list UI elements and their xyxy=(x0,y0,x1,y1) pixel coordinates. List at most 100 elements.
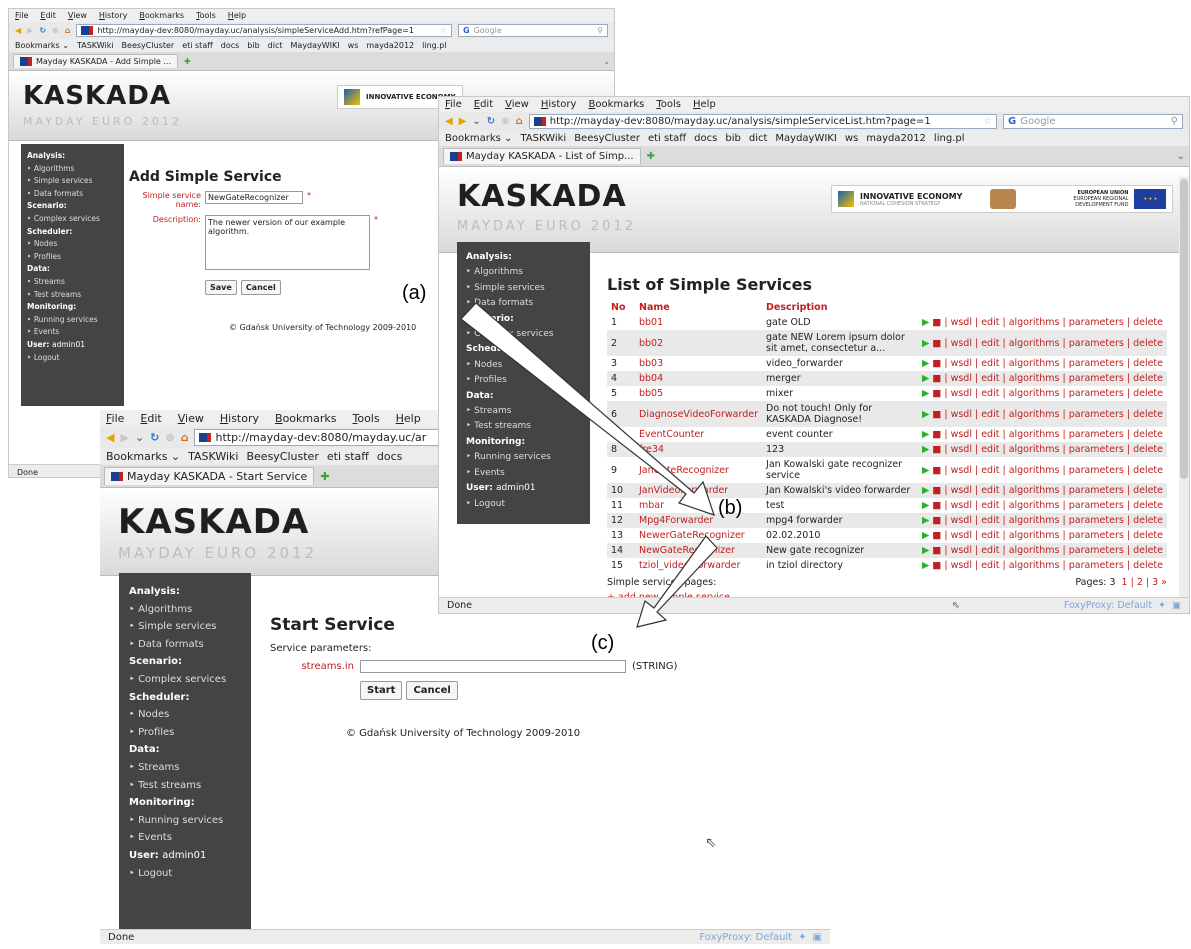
bookmark-maydaywiki[interactable]: MaydayWIKI xyxy=(775,133,836,144)
stop-square-icon[interactable]: ■ xyxy=(932,515,944,526)
play-icon[interactable]: ▶ xyxy=(922,409,932,420)
action-links[interactable]: | wsdl | edit | algorithms | parameters … xyxy=(944,545,1163,556)
cell-actions[interactable]: ▶ ■ | wsdl | edit | algorithms | paramet… xyxy=(918,330,1167,356)
cell-name[interactable]: DiagnoseVideoForwarder xyxy=(635,401,763,427)
sidebar-item-complex-services[interactable]: ‣ Complex services xyxy=(27,213,118,226)
menu-tools[interactable]: Tools xyxy=(196,11,216,20)
cell-name[interactable]: bb02 xyxy=(635,330,763,356)
new-tab-icon[interactable]: ✚ xyxy=(320,470,329,483)
menu-bookmarks[interactable]: Bookmarks xyxy=(139,11,184,20)
menu-history[interactable]: History xyxy=(541,99,577,110)
cell-name[interactable]: NewerGateRecognizer xyxy=(635,528,762,543)
menu-help[interactable]: Help xyxy=(228,11,246,20)
bookmark-taskwiki[interactable]: TASKWiki xyxy=(77,41,114,50)
sidebar-item-simple-services[interactable]: ‣ Simple services xyxy=(129,618,241,636)
stop-square-icon[interactable]: ■ xyxy=(932,500,944,511)
sidebar-item-running-services[interactable]: ‣ Running services xyxy=(129,812,241,830)
home-icon[interactable]: ⌂ xyxy=(65,26,71,35)
sidebar-item-data-formats[interactable]: ‣ Data formats xyxy=(466,296,581,311)
search-icon[interactable]: ⚲ xyxy=(1171,116,1178,127)
cancel-button[interactable]: Cancel xyxy=(240,280,281,295)
stop-square-icon[interactable]: ■ xyxy=(932,545,944,556)
sidebar-item-logout[interactable]: ‣ Logout xyxy=(27,352,118,365)
sidebar-item-streams[interactable]: ‣ Streams xyxy=(27,276,118,289)
tab-list-icon[interactable]: ⌄ xyxy=(1177,151,1185,162)
stop-square-icon[interactable]: ■ xyxy=(932,560,944,571)
play-icon[interactable]: ▶ xyxy=(922,444,932,455)
name-input[interactable]: NewGateRecognizer xyxy=(205,191,303,204)
stop-square-icon[interactable]: ■ xyxy=(932,530,944,541)
sidebar-item-profiles[interactable]: ‣ Profiles xyxy=(466,373,581,388)
bookmark-star-icon[interactable]: ☆ xyxy=(983,116,992,127)
stop-square-icon[interactable]: ■ xyxy=(932,338,944,349)
save-button[interactable]: Save xyxy=(205,280,237,295)
cell-actions[interactable]: ▶ ■ | wsdl | edit | algorithms | paramet… xyxy=(918,498,1167,513)
new-tab-icon[interactable]: ✚ xyxy=(647,151,655,162)
play-icon[interactable]: ▶ xyxy=(922,338,932,349)
action-links[interactable]: | wsdl | edit | algorithms | parameters … xyxy=(944,429,1163,440)
sidebar-item-profiles[interactable]: ‣ Profiles xyxy=(129,724,241,742)
menu-view[interactable]: View xyxy=(178,412,204,425)
cell-actions[interactable]: ▶ ■ | wsdl | edit | algorithms | paramet… xyxy=(918,315,1167,330)
cell-name[interactable]: Mpg4Forwarder xyxy=(635,513,763,528)
cell-name[interactable]: tziol_video_forwarder xyxy=(635,558,762,573)
url-bar[interactable]: http://mayday-dev:8080/mayday.uc/analysi… xyxy=(528,114,997,129)
cell-actions[interactable]: ▶ ■ | wsdl | edit | algorithms | paramet… xyxy=(918,528,1167,543)
sidebar-item-streams[interactable]: ‣ Streams xyxy=(466,404,581,419)
cell-name[interactable]: bb01 xyxy=(635,315,762,330)
action-links[interactable]: | wsdl | edit | algorithms | parameters … xyxy=(944,485,1163,496)
stop-square-icon[interactable]: ■ xyxy=(932,358,944,369)
bookmark-ws[interactable]: ws xyxy=(845,133,858,144)
sidebar-item-profiles[interactable]: ‣ Profiles xyxy=(27,251,118,264)
stop-square-icon[interactable]: ■ xyxy=(932,444,944,455)
sidebar-item-logout[interactable]: ‣ Logout xyxy=(466,497,581,512)
play-icon[interactable]: ▶ xyxy=(922,530,932,541)
bookmark-dict[interactable]: dict xyxy=(749,133,768,144)
tab-add-simple-service[interactable]: Mayday KASKADA - Add Simple ... xyxy=(13,54,179,68)
bookmark-ws[interactable]: ws xyxy=(348,41,359,50)
menu-history[interactable]: History xyxy=(99,11,127,20)
bookmark-menu[interactable]: Bookmarks ⌄ xyxy=(445,133,512,144)
sidebar-item-test-streams[interactable]: ‣ Test streams xyxy=(27,289,118,302)
cell-actions[interactable]: ▶ ■ | wsdl | edit | algorithms | paramet… xyxy=(918,543,1167,558)
play-icon[interactable]: ▶ xyxy=(922,500,932,511)
action-links[interactable]: | wsdl | edit | algorithms | parameters … xyxy=(944,358,1163,369)
start-button[interactable]: Start xyxy=(360,681,403,700)
sidebar-item-data-formats[interactable]: ‣ Data formats xyxy=(27,188,118,201)
bookmark-taskwiki[interactable]: TASKWiki xyxy=(188,450,238,463)
action-links[interactable]: | wsdl | edit | algorithms | parameters … xyxy=(944,373,1163,384)
cell-name[interactable]: mbar xyxy=(635,498,762,513)
action-links[interactable]: | wsdl | edit | algorithms | parameters … xyxy=(944,444,1163,455)
menu-edit[interactable]: Edit xyxy=(140,412,161,425)
action-links[interactable]: | wsdl | edit | algorithms | parameters … xyxy=(944,409,1163,420)
cell-actions[interactable]: ▶ ■ | wsdl | edit | algorithms | paramet… xyxy=(918,483,1167,498)
play-icon[interactable]: ▶ xyxy=(922,429,932,440)
action-links[interactable]: | wsdl | edit | algorithms | parameters … xyxy=(944,530,1163,541)
description-textarea[interactable]: The newer version of our example algorit… xyxy=(205,215,370,270)
menu-file[interactable]: File xyxy=(445,99,462,110)
bookmark-menu[interactable]: Bookmarks ⌄ xyxy=(106,450,180,463)
action-links[interactable]: | wsdl | edit | algorithms | parameters … xyxy=(944,560,1163,571)
history-dropdown-icon[interactable]: ⌄ xyxy=(472,116,480,127)
home-icon[interactable]: ⌂ xyxy=(181,431,189,444)
url-bar[interactable]: http://mayday-dev:8080/mayday.uc/analysi… xyxy=(76,24,452,37)
action-links[interactable]: | wsdl | edit | algorithms | parameters … xyxy=(944,465,1163,476)
sidebar-item-data-formats[interactable]: ‣ Data formats xyxy=(129,636,241,654)
search-box[interactable]: G Google ⚲ xyxy=(1003,114,1183,129)
tab-list-simple-services[interactable]: Mayday KASKADA - List of Simp... xyxy=(443,148,641,164)
search-box[interactable]: G Google ⚲ xyxy=(458,24,608,37)
bookmark-mayda2012[interactable]: mayda2012 xyxy=(366,41,414,50)
cell-actions[interactable]: ▶ ■ | wsdl | edit | algorithms | paramet… xyxy=(918,356,1167,371)
menu-edit[interactable]: Edit xyxy=(474,99,493,110)
bookmark-menu[interactable]: Bookmarks ⌄ xyxy=(15,41,69,50)
play-icon[interactable]: ▶ xyxy=(922,388,932,399)
sidebar-item-running-services[interactable]: ‣ Running services xyxy=(27,314,118,327)
cell-name[interactable]: bb05 xyxy=(635,386,762,401)
stop-square-icon[interactable]: ■ xyxy=(932,485,944,496)
sidebar-item-events[interactable]: ‣ Events xyxy=(129,829,241,847)
back-icon[interactable]: ◀ xyxy=(445,116,453,127)
cell-actions[interactable]: ▶ ■ | wsdl | edit | algorithms | paramet… xyxy=(918,442,1167,457)
bookmark-mayda2012[interactable]: mayda2012 xyxy=(866,133,926,144)
bookmark-eti-staff[interactable]: eti staff xyxy=(182,41,213,50)
scrollbar-thumb[interactable] xyxy=(1180,179,1188,479)
